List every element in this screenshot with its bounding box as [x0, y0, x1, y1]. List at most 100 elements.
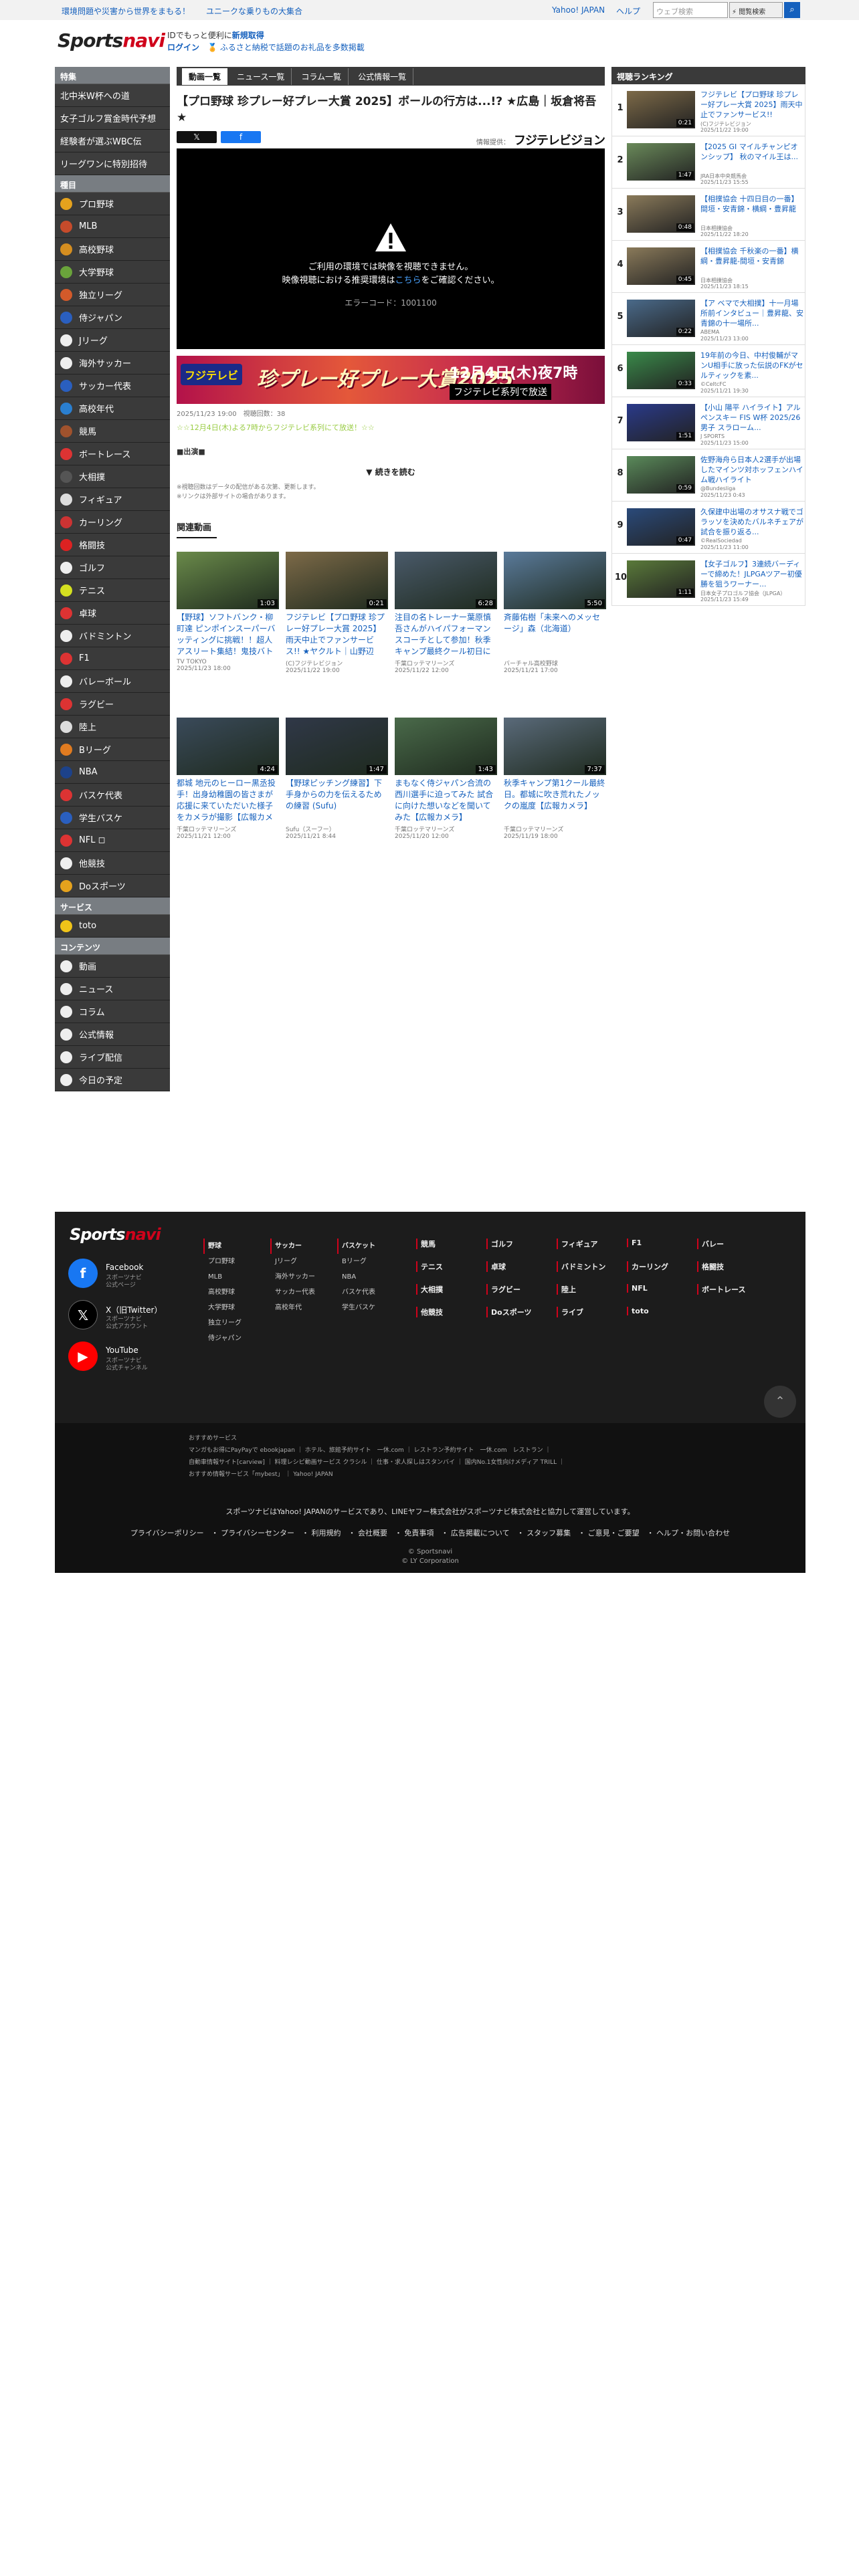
- furusato-link[interactable]: 🏅 ふるさと納税で話題のお礼品を多数掲載: [207, 43, 365, 52]
- footer-link[interactable]: 侍ジャパン: [203, 1331, 242, 1346]
- sidebar-item[interactable]: バドミントン: [55, 625, 170, 647]
- tab-official[interactable]: 公式情報一覧: [351, 68, 414, 85]
- sidebar-item[interactable]: Doスポーツ: [55, 875, 170, 897]
- footer-sport-link[interactable]: ゴルフ: [486, 1239, 513, 1249]
- related-video-card[interactable]: 0:21 フジテレビ【プロ野球 珍プレー好プレー大賞 2025】雨天中止でファンサ…: [286, 552, 388, 711]
- social-link[interactable]: ▶ YouTube スポーツナビ 公式チャンネル: [68, 1341, 189, 1374]
- sidebar-item[interactable]: バレーボール: [55, 670, 170, 693]
- sidebar-item[interactable]: 格闘技: [55, 534, 170, 556]
- ranking-thumbnail[interactable]: 0:48: [627, 195, 695, 233]
- sidebar-item[interactable]: MLB: [55, 215, 170, 238]
- sidebar-item[interactable]: 大相撲: [55, 465, 170, 488]
- related-video-card[interactable]: 5:50 斉藤佑樹「未来へのメッセージ」森（北海道） バーチャル高校野球 2025/1…: [504, 552, 606, 711]
- footer-link[interactable]: Bリーグ: [337, 1254, 375, 1269]
- ranking-title-link[interactable]: 【女子ゴルフ】3連続バーディーで締めた！JLPGAツアー初優勝を狙うワーナー..…: [700, 559, 803, 590]
- search-icon[interactable]: ⌕: [784, 2, 800, 18]
- ranking-title-link[interactable]: 【2025 GI マイルチャンピオンシップ】 秋のマイル王は...: [700, 142, 803, 173]
- sportsnavi-logo[interactable]: Sportsnavi: [58, 29, 165, 51]
- video-title-link[interactable]: 【野球ピッチング練習】下手身からの力を伝えるための練習 (Sufu): [286, 778, 388, 823]
- sidebar-item[interactable]: リーグワンに特別招待: [55, 152, 170, 175]
- footer-sport-link[interactable]: バレー: [697, 1239, 724, 1249]
- read-more-button[interactable]: ▼ 続きを読む: [177, 466, 605, 477]
- tab-columns[interactable]: コラム一覧: [294, 68, 349, 85]
- sidebar-item[interactable]: 独立リーグ: [55, 284, 170, 306]
- ranking-title-link[interactable]: 佐野海舟ら日本人2選手が出場したマインツ対ホッフェンハイム戦ハイライト: [700, 455, 803, 486]
- ranking-item[interactable]: 7 1:51 【小山 陽平 ハイライト】アルペンスキー FIS W杯 2025/26…: [611, 397, 805, 449]
- video-thumbnail[interactable]: 0:21: [286, 552, 388, 609]
- facebook-share-button[interactable]: f: [221, 131, 261, 143]
- sidebar-item[interactable]: NFL ◻: [55, 829, 170, 852]
- footer-link[interactable]: 高校野球: [203, 1285, 242, 1300]
- video-title-link[interactable]: 注目の名トレーナー葉原慎吾さんがハイパフォーマンスコーチとして参加！秋季キャンプ…: [395, 612, 497, 657]
- video-thumbnail[interactable]: 1:03: [177, 552, 279, 609]
- program-banner[interactable]: フジテレビ 珍プレー好プレー大賞2025 12月4日(木)夜7時 フジテレビ系列…: [177, 356, 605, 404]
- ranking-title-link[interactable]: 【小山 陽平 ハイライト】アルペンスキー FIS W杯 2025/26 男子 ス…: [700, 403, 803, 433]
- ranking-thumbnail[interactable]: 0:59: [627, 456, 695, 494]
- sidebar-item[interactable]: 大学野球: [55, 261, 170, 284]
- x-share-button[interactable]: 𝕏: [177, 131, 217, 143]
- tab-videos[interactable]: 動画一覧: [182, 68, 228, 85]
- sidebar-item[interactable]: 海外サッカー: [55, 352, 170, 374]
- sidebar-item[interactable]: 経験者が選ぶWBC伝: [55, 130, 170, 152]
- footer-sport-link[interactable]: カーリング: [627, 1261, 668, 1272]
- tab-news[interactable]: ニュース一覧: [230, 68, 292, 85]
- ranking-thumbnail[interactable]: 0:22: [627, 300, 695, 337]
- footer-sport-link[interactable]: 卓球: [486, 1261, 506, 1272]
- ranking-title-link[interactable]: 19年前の今日、中村俊輔がマンU相手に放った伝説のFKがセルティックを素...: [700, 350, 803, 381]
- video-thumbnail[interactable]: 1:47: [286, 718, 388, 775]
- sidebar-item[interactable]: サッカー代表: [55, 374, 170, 397]
- ranking-title-link[interactable]: フジテレビ【プロ野球 珍プレー好プレー大賞 2025】雨天中止でファンサービス!…: [700, 90, 803, 120]
- footer-link[interactable]: プロ野球: [203, 1254, 242, 1269]
- video-thumbnail[interactable]: 1:43: [395, 718, 497, 775]
- related-video-card[interactable]: 6:28 注目の名トレーナー葉原慎吾さんがハイパフォーマンスコーチとして参加！秋季…: [395, 552, 497, 711]
- footer-sport-link[interactable]: ラグビー: [486, 1284, 520, 1295]
- ranking-thumbnail[interactable]: 0:47: [627, 508, 695, 546]
- related-video-card[interactable]: 7:37 秋季キャンプ第1クール最終日。都城に吹き荒れたノックの嵐度【広報カメラ】…: [504, 718, 606, 877]
- ranking-item[interactable]: 9 0:47 久保建中出場のオサスナ戦でゴラッソを決めたバルネチェアが試合を振り返る…: [611, 502, 805, 554]
- sidebar-item[interactable]: F1: [55, 647, 170, 670]
- sidebar-item[interactable]: NBA: [55, 761, 170, 784]
- footer-link[interactable]: 海外サッカー: [270, 1269, 315, 1285]
- sidebar-item[interactable]: ラグビー: [55, 693, 170, 716]
- top-link-vehicles[interactable]: ユニークな乗りもの大集合: [206, 5, 302, 17]
- footer-link[interactable]: 学生バスケ: [337, 1300, 375, 1315]
- footer-sport-link[interactable]: 他競技: [416, 1307, 443, 1317]
- video-thumbnail[interactable]: 7:37: [504, 718, 606, 775]
- sidebar-item[interactable]: 陸上: [55, 716, 170, 738]
- ranking-item[interactable]: 5 0:22 【ア ベマで大相撲】十一月場所前インタビュー｜豊昇龍、安青錦の十一場所…: [611, 293, 805, 345]
- yahoo-japan-link[interactable]: Yahoo! JAPAN: [552, 5, 605, 15]
- help-link[interactable]: ヘルプ: [616, 5, 640, 17]
- search-input[interactable]: ウェブ検索: [653, 2, 728, 18]
- footer-sport-link[interactable]: F1: [627, 1239, 642, 1247]
- video-thumbnail[interactable]: 4:24: [177, 718, 279, 775]
- footer-sport-link[interactable]: 大相撲: [416, 1284, 443, 1295]
- sidebar-item[interactable]: プロ野球: [55, 193, 170, 215]
- ranking-item[interactable]: 10 1:11 【女子ゴルフ】3連続バーディーで締めた！JLPGAツアー初優勝を狙う…: [611, 554, 805, 606]
- sidebar-item[interactable]: 卓球: [55, 602, 170, 625]
- sidebar-item[interactable]: Bリーグ: [55, 738, 170, 761]
- footer-col-heading[interactable]: 野球: [203, 1239, 242, 1254]
- footer-col-heading[interactable]: サッカー: [270, 1239, 315, 1254]
- footer-sport-link[interactable]: Doスポーツ: [486, 1307, 531, 1317]
- video-thumbnail[interactable]: 5:50: [504, 552, 606, 609]
- back-to-top-button[interactable]: ⌃: [764, 1386, 796, 1418]
- footer-link[interactable]: サッカー代表: [270, 1285, 315, 1300]
- video-title-link[interactable]: 秋季キャンプ第1クール最終日。都城に吹き荒れたノックの嵐度【広報カメラ】: [504, 778, 606, 823]
- social-link[interactable]: f Facebook スポーツナビ 公式ページ: [68, 1259, 189, 1291]
- footer-sport-link[interactable]: ボートレース: [697, 1284, 745, 1295]
- ranking-title-link[interactable]: 【相撲協会 十四日目の一番】 間垣・安青錦・横綱・豊昇龍: [700, 194, 803, 225]
- sidebar-item[interactable]: コラム: [55, 1000, 170, 1023]
- sidebar-item[interactable]: 今日の予定: [55, 1069, 170, 1091]
- ranking-title-link[interactable]: 【相撲協会 千秋楽の一番】横綱・豊昇龍-間垣・安青錦: [700, 246, 803, 277]
- footer-link[interactable]: バスケ代表: [337, 1285, 375, 1300]
- video-title-link[interactable]: 【野球】ソフトバンク・柳町達 ピンポインスーパーバッティングに挑戦！！超人アスリ…: [177, 612, 279, 657]
- video-title-link[interactable]: まもなく侍ジャパン合流の西川選手に迫ってみた 試合に向けた想いなどを聞いてみた【…: [395, 778, 497, 823]
- ranking-title-link[interactable]: 久保建中出場のオサスナ戦でゴラッソを決めたバルネチェアが試合を振り返る...: [700, 507, 803, 538]
- footer-sport-link[interactable]: NFL: [627, 1284, 648, 1293]
- ranking-item[interactable]: 1 0:21 フジテレビ【プロ野球 珍プレー好プレー大賞 2025】雨天中止でファン…: [611, 84, 805, 136]
- footer-sport-link[interactable]: 陸上: [557, 1284, 576, 1295]
- sidebar-item[interactable]: 他競技: [55, 852, 170, 875]
- sidebar-item[interactable]: ボートレース: [55, 443, 170, 465]
- footer-sport-link[interactable]: フィギュア: [557, 1239, 598, 1249]
- footer-links[interactable]: プライバシーポリシー ・ プライバシーセンター ・ 利用規約 ・ 会社概要 ・ …: [55, 1527, 805, 1538]
